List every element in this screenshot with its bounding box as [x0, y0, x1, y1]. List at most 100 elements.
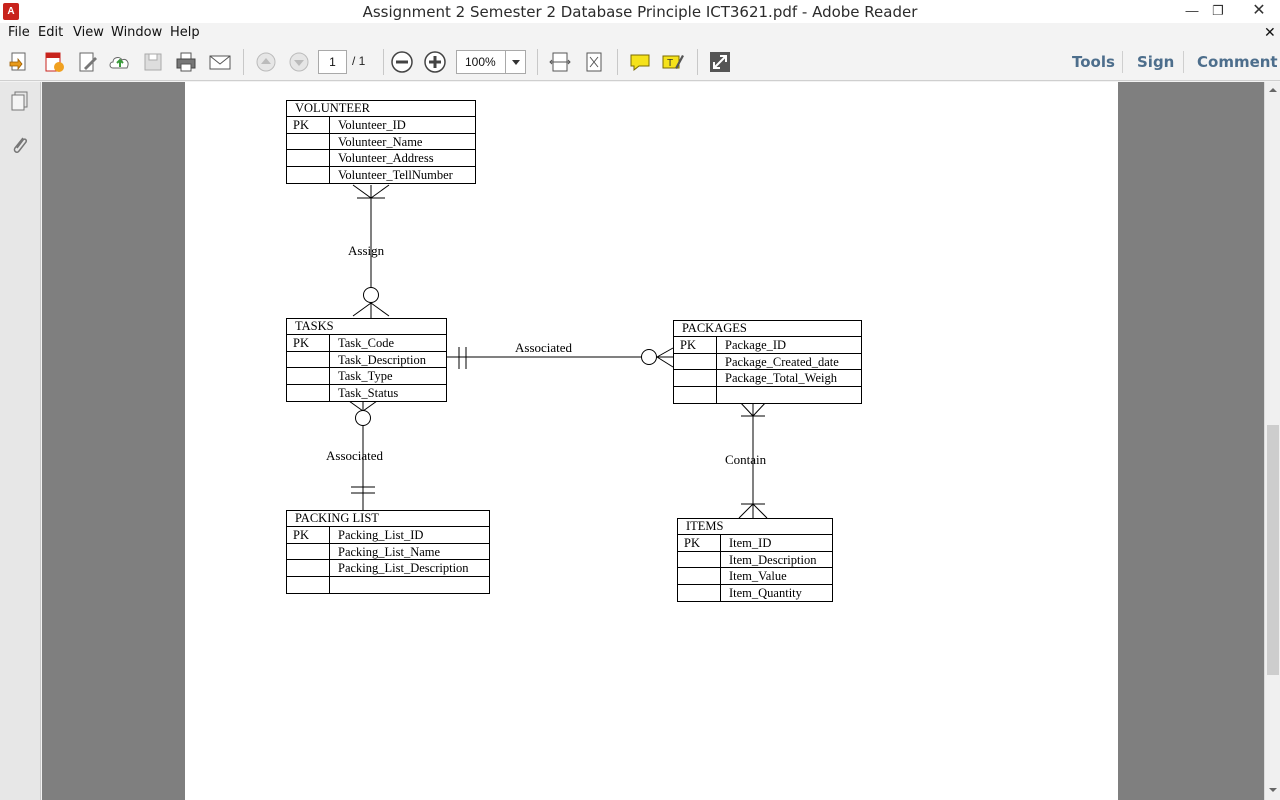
- entity-row: Task_Type: [287, 368, 446, 385]
- attribute-cell: Packing_List_Name: [338, 544, 441, 559]
- fit-page-icon[interactable]: [582, 50, 606, 74]
- entity-title: PACKAGES: [674, 321, 861, 337]
- attribute-cell: Task_Code: [338, 336, 395, 350]
- relationship-label-tasks-packinglist: Associated: [326, 448, 384, 463]
- zoom-in-icon[interactable]: [423, 50, 447, 74]
- entity-row: Volunteer_TellNumber: [287, 166, 475, 183]
- attribute-cell: Task_Type: [338, 369, 393, 383]
- entity-row: Packing_List_Description: [287, 560, 489, 577]
- vertical-scrollbar[interactable]: [1264, 82, 1280, 800]
- entity-row: [674, 386, 861, 404]
- key-cell: [287, 368, 330, 384]
- document-view: VOLUNTEER PK Volunteer_ID Volunteer_Name …: [42, 82, 1264, 800]
- page-number-input[interactable]: 1: [318, 50, 347, 74]
- optional-circle-assign: [363, 287, 379, 303]
- entity-row: Packing_List_Name: [287, 543, 489, 560]
- comment-button[interactable]: Comment: [1197, 53, 1278, 71]
- toolbar-separator: [243, 49, 244, 75]
- tools-button[interactable]: Tools: [1072, 53, 1115, 71]
- attribute-cell: Volunteer_TellNumber: [338, 167, 453, 182]
- open-file-icon[interactable]: [8, 50, 32, 74]
- key-cell: [287, 351, 330, 367]
- relationship-label-contain: Contain: [725, 452, 767, 467]
- crow-foot-tasks-bottom: [348, 400, 364, 412]
- attachments-icon[interactable]: [9, 134, 31, 156]
- menu-edit[interactable]: Edit: [38, 25, 63, 40]
- entity-items: ITEMS PK Item_ID Item_Description Item_Va…: [677, 518, 833, 602]
- navigation-pane: [0, 82, 41, 800]
- attribute-cell: Item_Value: [729, 569, 787, 583]
- fit-width-icon[interactable]: [548, 50, 572, 74]
- entity-title: PACKING LIST: [287, 511, 489, 527]
- attribute-cell: Item_Description: [729, 552, 817, 567]
- key-cell: PK: [678, 535, 721, 551]
- entity-packing-list: PACKING LIST PK Packing_List_ID Packing_L…: [286, 510, 490, 594]
- entity-row: PK Volunteer_ID: [287, 117, 475, 134]
- menu-view[interactable]: View: [73, 25, 104, 40]
- key-cell: [287, 384, 330, 401]
- entity-row: [287, 576, 489, 594]
- entity-row: PK Package_ID: [674, 337, 861, 354]
- create-pdf-icon[interactable]: [42, 50, 66, 74]
- key-cell: [287, 560, 330, 576]
- entity-packages: PACKAGES PK Package_ID Package_Created_da…: [673, 320, 862, 404]
- crow-foot-tasks: [370, 302, 390, 317]
- key-cell: [674, 386, 717, 403]
- toolbar-separator: [537, 49, 538, 75]
- entity-row: Volunteer_Name: [287, 133, 475, 150]
- sign-button[interactable]: Sign: [1137, 53, 1174, 71]
- attribute-cell: Task_Status: [338, 385, 399, 400]
- attribute-cell: Item_Quantity: [729, 585, 802, 600]
- entity-title: TASKS: [287, 319, 446, 335]
- attribute-cell: [717, 387, 861, 404]
- next-page-icon[interactable]: [287, 50, 311, 74]
- full-screen-icon[interactable]: [708, 50, 732, 74]
- optional-circle-packages: [641, 349, 657, 365]
- key-cell: PK: [287, 117, 330, 133]
- attribute-cell: Task_Description: [338, 352, 426, 367]
- email-icon[interactable]: [208, 50, 232, 74]
- save-icon[interactable]: [141, 50, 165, 74]
- toolbar: 1 / 1 100% T Tools Sign Comment: [0, 43, 1280, 81]
- entity-volunteer: VOLUNTEER PK Volunteer_ID Volunteer_Name …: [286, 100, 476, 184]
- toolbar-separator: [383, 49, 384, 75]
- crow-foot-items: [752, 503, 768, 519]
- edit-pdf-icon[interactable]: [76, 50, 100, 74]
- page-thumbnails-icon[interactable]: [9, 90, 31, 112]
- previous-page-icon[interactable]: [254, 50, 278, 74]
- attribute-cell: Volunteer_Address: [338, 151, 434, 165]
- key-cell: PK: [287, 335, 330, 351]
- scroll-up-icon[interactable]: [1268, 85, 1278, 95]
- menu-help[interactable]: Help: [170, 25, 200, 40]
- attribute-cell: [330, 577, 489, 594]
- crow-foot-tasks-bottom: [362, 400, 378, 412]
- scroll-down-icon[interactable]: [1268, 785, 1278, 795]
- menu-file[interactable]: File: [8, 25, 30, 40]
- entity-row: Package_Total_Weigh: [674, 370, 861, 387]
- zoom-out-icon[interactable]: [390, 50, 414, 74]
- zoom-input[interactable]: 100%: [456, 50, 506, 74]
- sticky-note-icon[interactable]: [628, 50, 652, 74]
- cloud-upload-icon[interactable]: [108, 50, 132, 74]
- restore-button[interactable]: ❐: [1201, 0, 1235, 22]
- title-bar: A Assignment 2 Semester 2 Database Princ…: [0, 0, 1280, 23]
- key-cell: PK: [674, 337, 717, 353]
- zoom-dropdown-button[interactable]: [505, 50, 526, 74]
- menu-window[interactable]: Window: [111, 25, 162, 40]
- attribute-cell: Packing_List_Description: [338, 561, 469, 575]
- er-diagram-lines: [348, 184, 768, 519]
- key-cell: [287, 133, 330, 149]
- attribute-cell: Volunteer_Name: [338, 134, 423, 149]
- highlight-text-icon[interactable]: T: [661, 50, 685, 74]
- crow-foot-items: [738, 503, 754, 519]
- entity-tasks: TASKS PK Task_Code Task_Description Task_…: [286, 318, 447, 402]
- toolbar-separator: [697, 49, 698, 75]
- scrollbar-thumb[interactable]: [1267, 425, 1279, 675]
- key-cell: PK: [287, 527, 330, 543]
- entity-row: PK Packing_List_ID: [287, 527, 489, 544]
- close-window-button[interactable]: ✕: [1238, 0, 1280, 22]
- entity-row: PK Item_ID: [678, 535, 832, 552]
- toolbar-separator: [1183, 51, 1184, 73]
- print-icon[interactable]: [174, 50, 198, 74]
- close-document-button[interactable]: ✕: [1264, 24, 1276, 41]
